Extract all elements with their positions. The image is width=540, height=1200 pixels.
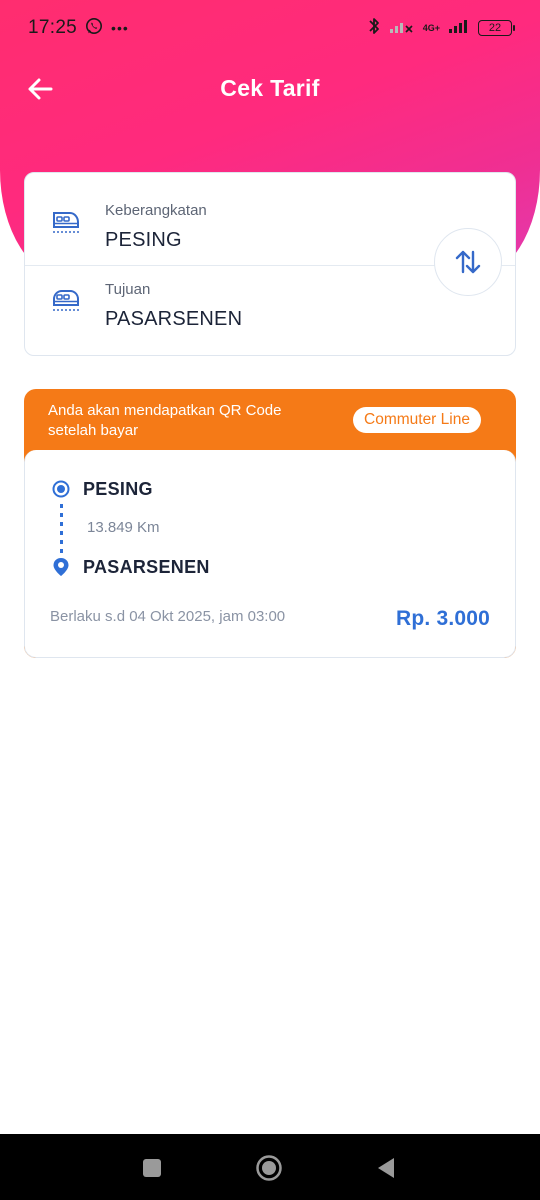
route-line	[60, 504, 63, 556]
destination-station: PASARSENEN	[83, 557, 210, 577]
train-icon	[51, 209, 81, 237]
origin-dot-icon	[52, 480, 70, 498]
swap-vertical-icon	[455, 250, 481, 274]
nav-back-button[interactable]	[370, 1152, 402, 1184]
recents-button[interactable]	[136, 1152, 168, 1184]
validity-text: Berlaku s.d 04 Okt 2025, jam 03:00	[50, 608, 286, 625]
bluetooth-icon	[367, 16, 381, 41]
status-bar-right: 4G+ 22	[367, 16, 515, 41]
distance-text: 13.849 Km	[87, 519, 160, 536]
fare-result-card: Anda akan mendapatkan QR Code setelah ba…	[24, 389, 516, 658]
home-button[interactable]	[253, 1152, 285, 1184]
destination-value: PASARSENEN	[105, 308, 243, 330]
status-bar-left: 17:25 •••	[28, 17, 129, 40]
origin-station: PESING	[83, 479, 153, 499]
departure-value: PESING	[105, 229, 182, 251]
signal-no-service-icon	[389, 18, 415, 39]
signal-strength-icon	[448, 18, 470, 39]
train-icon	[51, 287, 81, 315]
banner-text: Anda akan mendapatkan QR Code setelah ba…	[48, 401, 338, 441]
banner-line-1: Anda akan mendapatkan QR Code	[48, 402, 282, 419]
status-bar: 17:25 ••• 4G+ 22	[0, 0, 540, 56]
app-bar: Cek Tarif	[0, 62, 540, 114]
location-pin-icon	[53, 558, 69, 576]
status-time: 17:25	[28, 17, 78, 38]
battery-level: 22	[488, 22, 502, 34]
battery-icon: 22	[478, 20, 515, 36]
notification-overflow-icon: •••	[111, 20, 129, 36]
swap-stations-button[interactable]	[434, 228, 502, 296]
home-circle-icon	[256, 1155, 282, 1181]
whatsapp-icon	[85, 17, 103, 40]
system-navigation-bar	[0, 1134, 540, 1200]
recents-square-icon	[143, 1159, 161, 1177]
network-type-label: 4G+	[422, 22, 440, 33]
back-triangle-icon	[378, 1158, 394, 1178]
page-title: Cek Tarif	[220, 75, 320, 101]
qr-info-banner: Anda akan mendapatkan QR Code setelah ba…	[24, 389, 516, 459]
service-badge: Commuter Line	[353, 407, 481, 433]
fare-details: PESING 13.849 Km PASARSENEN Berlaku s.d …	[24, 450, 516, 658]
departure-label: Keberangkatan	[105, 202, 207, 219]
fare-price: Rp. 3.000	[395, 607, 490, 630]
destination-label: Tujuan	[105, 281, 151, 298]
banner-line-2: setelah bayar	[48, 422, 139, 439]
route-input-card: Keberangkatan PESING Tujuan PASARSENEN	[24, 172, 516, 356]
